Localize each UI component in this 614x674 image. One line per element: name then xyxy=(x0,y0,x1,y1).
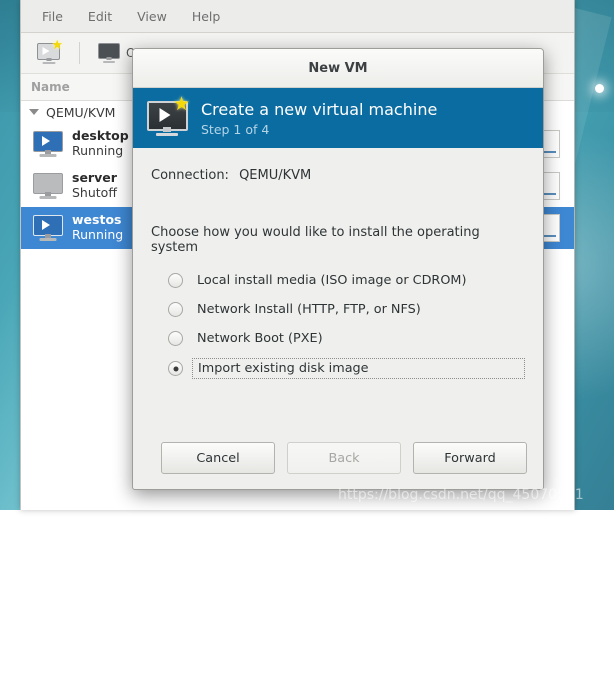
dialog-banner-step: Step 1 of 4 xyxy=(201,121,270,137)
radio-indicator-icon[interactable] xyxy=(168,273,183,288)
radio-indicator-icon[interactable] xyxy=(168,361,183,376)
connection-group-label: QEMU/KVM xyxy=(46,104,116,120)
vm-name: server xyxy=(72,170,117,186)
star-icon: ★ xyxy=(51,37,63,53)
vm-name: westos xyxy=(72,212,122,228)
monitor-icon xyxy=(98,43,120,63)
radio-network-boot-pxe[interactable]: Network Boot (PXE) xyxy=(168,329,525,348)
new-vm-monitor-icon: ★ xyxy=(147,94,190,136)
cancel-button[interactable]: Cancel xyxy=(161,442,275,474)
vm-shutoff-icon xyxy=(33,173,63,199)
vm-state: Running xyxy=(72,143,124,158)
radio-network-install[interactable]: Network Install (HTTP, FTP, or NFS) xyxy=(168,300,525,319)
dialog-banner: ★ Create a new virtual machine Step 1 of… xyxy=(133,88,543,148)
dialog-title-bar: New VM xyxy=(133,49,543,88)
menu-file[interactable]: File xyxy=(31,5,74,28)
vm-running-icon xyxy=(33,131,63,157)
radio-label: Network Install (HTTP, FTP, or NFS) xyxy=(197,302,421,317)
install-method-prompt: Choose how you would like to install the… xyxy=(151,225,480,255)
vm-running-icon xyxy=(33,215,63,241)
dialog-banner-heading: Create a new virtual machine xyxy=(201,99,438,119)
menu-help[interactable]: Help xyxy=(181,5,232,28)
column-header-name[interactable]: Name xyxy=(21,80,70,94)
connection-value: QEMU/KVM xyxy=(239,168,312,183)
vm-state: Running xyxy=(72,227,124,242)
dialog-body: Connection: QEMU/KVM Choose how you woul… xyxy=(133,148,543,427)
menu-view[interactable]: View xyxy=(126,5,178,28)
new-vm-monitor-icon: ★ xyxy=(37,39,63,64)
chevron-down-icon[interactable] xyxy=(29,109,39,115)
forward-button[interactable]: Forward xyxy=(413,442,527,474)
desktop-light-point xyxy=(595,84,604,93)
new-vm-button[interactable]: ★ xyxy=(31,39,67,67)
vm-state: Shutoff xyxy=(72,185,117,200)
radio-label: Local install media (ISO image or CDROM) xyxy=(197,273,467,288)
dialog-title: New VM xyxy=(308,60,368,76)
menu-bar: File Edit View Help xyxy=(21,0,574,33)
dialog-footer: Cancel Back Forward xyxy=(133,427,543,489)
install-method-radio-group: Local install media (ISO image or CDROM)… xyxy=(151,271,525,379)
connection-label: Connection: xyxy=(151,168,229,183)
radio-label: Import existing disk image xyxy=(192,358,525,379)
toolbar-separator xyxy=(79,42,80,64)
star-icon: ★ xyxy=(172,92,190,115)
back-button: Back xyxy=(287,442,401,474)
radio-local-install-media[interactable]: Local install media (ISO image or CDROM) xyxy=(168,271,525,290)
new-vm-dialog: New VM ★ Create a new virtual machine St… xyxy=(132,48,544,490)
radio-import-existing-disk-image[interactable]: Import existing disk image xyxy=(168,358,525,379)
vm-name: desktop xyxy=(72,128,129,144)
menu-edit[interactable]: Edit xyxy=(77,5,123,28)
connection-row: Connection: QEMU/KVM xyxy=(151,168,525,183)
radio-label: Network Boot (PXE) xyxy=(197,331,323,346)
radio-indicator-icon[interactable] xyxy=(168,302,183,317)
radio-indicator-icon[interactable] xyxy=(168,331,183,346)
